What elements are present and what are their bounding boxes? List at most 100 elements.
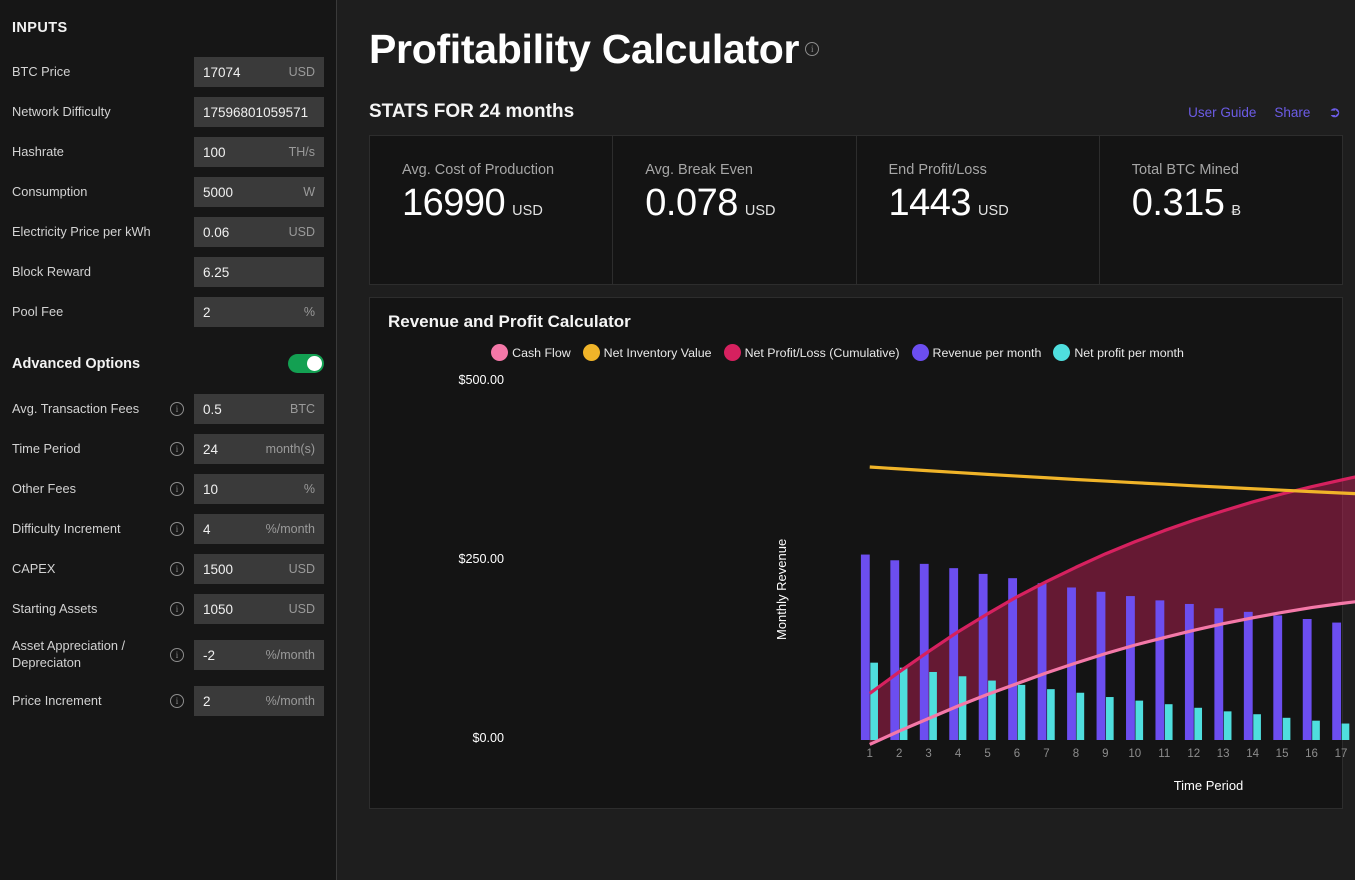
info-icon[interactable]: i — [805, 42, 819, 56]
input-value: 0.06 — [203, 225, 229, 240]
revenue-bar[interactable] — [1097, 592, 1106, 740]
advanced-options-toggle[interactable] — [288, 354, 324, 373]
revenue-bar[interactable] — [890, 560, 899, 740]
input-value: 5000 — [203, 185, 233, 200]
legend-color-dot — [912, 344, 929, 361]
input-field[interactable]: 100TH/s — [194, 137, 324, 167]
share-link[interactable]: Share — [1274, 105, 1310, 120]
input-field[interactable]: 17596801059571 — [194, 97, 324, 127]
info-icon[interactable]: i — [170, 442, 184, 456]
revenue-bar[interactable] — [949, 568, 958, 740]
input-row: Time Periodi24month(s) — [12, 429, 324, 469]
input-value: 1050 — [203, 602, 233, 617]
revenue-bar[interactable] — [861, 555, 870, 740]
net-profit-bar[interactable] — [1165, 704, 1173, 740]
legend-item[interactable]: Cash Flow — [491, 344, 571, 361]
share-arrow-icon[interactable]: ➲ — [1328, 105, 1341, 120]
x-axis-title: Time Period — [855, 778, 1355, 793]
info-icon[interactable]: i — [170, 562, 184, 576]
net-profit-bar[interactable] — [1194, 708, 1202, 740]
x-axis-tick: 15 — [1267, 748, 1296, 760]
net-profit-bar[interactable] — [1312, 721, 1320, 740]
revenue-bar[interactable] — [979, 574, 988, 740]
legend-item[interactable]: Revenue per month — [912, 344, 1042, 361]
input-unit: USD — [289, 562, 315, 576]
input-value: 100 — [203, 145, 226, 160]
revenue-bar[interactable] — [1214, 608, 1223, 740]
info-icon[interactable]: i — [170, 694, 184, 708]
info-icon[interactable]: i — [170, 648, 184, 662]
input-label: Price Increment — [12, 693, 170, 709]
x-axis-tick: 2 — [884, 748, 913, 760]
net-profit-bar[interactable] — [1283, 718, 1291, 740]
input-unit: month(s) — [266, 442, 315, 456]
info-icon[interactable]: i — [170, 522, 184, 536]
input-label: Consumption — [12, 184, 194, 200]
input-unit: %/month — [266, 694, 315, 708]
net-profit-bar[interactable] — [988, 681, 996, 740]
net-profit-bar[interactable] — [1077, 693, 1085, 740]
revenue-bar[interactable] — [1185, 604, 1194, 740]
info-icon[interactable]: i — [170, 602, 184, 616]
net-profit-bar[interactable] — [1224, 711, 1232, 740]
input-field[interactable]: -2%/month — [194, 640, 324, 670]
page-title-text: Profitability Calculator — [369, 26, 799, 73]
info-icon[interactable]: i — [170, 402, 184, 416]
input-row: Hashrate100TH/s — [12, 132, 324, 172]
input-row: Network Difficulty17596801059571 — [12, 92, 324, 132]
input-field[interactable]: 10% — [194, 474, 324, 504]
input-field[interactable]: 24 month(s) — [194, 434, 324, 464]
revenue-bar[interactable] — [1155, 600, 1164, 740]
revenue-bar[interactable] — [1332, 623, 1341, 740]
input-field[interactable]: 17074USD — [194, 57, 324, 87]
legend-item[interactable]: Net Inventory Value — [583, 344, 712, 361]
sidebar-title: INPUTS — [12, 0, 324, 52]
revenue-bar[interactable] — [1273, 615, 1282, 740]
input-row: Price Incrementi 2 %/month — [12, 681, 324, 721]
revenue-bar[interactable] — [1303, 619, 1312, 740]
net-profit-bar[interactable] — [1047, 689, 1055, 740]
x-axis-tick: 13 — [1208, 748, 1237, 760]
net-profit-bar[interactable] — [1106, 697, 1114, 740]
input-value: 2 — [203, 694, 211, 709]
x-axis-tick: 5 — [973, 748, 1002, 760]
input-field[interactable]: 0.06USD — [194, 217, 324, 247]
input-label: Other Fees — [12, 481, 170, 497]
input-field[interactable]: 1050USD — [194, 594, 324, 624]
x-axis-tick: 9 — [1091, 748, 1120, 760]
inputs-list: BTC Price17074USDNetwork Difficulty17596… — [12, 52, 324, 332]
legend-item[interactable]: Net Profit/Loss (Cumulative) — [724, 344, 900, 361]
input-field[interactable]: 5000W — [194, 177, 324, 207]
net-profit-bar[interactable] — [870, 663, 878, 740]
revenue-bar[interactable] — [1038, 583, 1047, 740]
input-field[interactable]: 0.5BTC — [194, 394, 324, 424]
net-profit-bar[interactable] — [1135, 701, 1143, 740]
input-value: 24 — [203, 442, 218, 457]
net-profit-bar[interactable] — [1342, 724, 1350, 740]
input-row: Block Reward6.25 — [12, 252, 324, 292]
user-guide-link[interactable]: User Guide — [1188, 105, 1256, 120]
net-profit-bar[interactable] — [929, 672, 937, 740]
input-value: 17596801059571 — [203, 105, 308, 120]
info-icon[interactable]: i — [170, 482, 184, 496]
header-links: User Guide Share ➲ — [1188, 105, 1341, 120]
input-label: Asset Appreciation / Depreciaton — [12, 638, 170, 671]
input-field[interactable]: 2 %/month — [194, 686, 324, 716]
legend-item[interactable]: Net profit per month — [1053, 344, 1184, 361]
input-field[interactable]: 6.25 — [194, 257, 324, 287]
revenue-bar[interactable] — [1244, 612, 1253, 740]
x-axis-tick: 6 — [1002, 748, 1031, 760]
stat-value: 0.078 — [645, 182, 738, 225]
legend-label: Cash Flow — [512, 346, 571, 360]
net-profit-bar[interactable] — [1018, 685, 1026, 740]
stats-header: STATS FOR 24 months User Guide Share ➲ — [359, 73, 1343, 135]
input-label: Difficulty Increment — [12, 521, 170, 537]
input-field[interactable]: 1500USD — [194, 554, 324, 584]
input-field[interactable]: 2% — [194, 297, 324, 327]
revenue-bar[interactable] — [1126, 596, 1135, 740]
input-label: Avg. Transaction Fees — [12, 401, 170, 417]
input-row: CAPEXi1500USD — [12, 549, 324, 589]
net-profit-bar[interactable] — [959, 676, 967, 740]
input-field[interactable]: 4%/month — [194, 514, 324, 544]
net-profit-bar[interactable] — [1253, 714, 1261, 740]
